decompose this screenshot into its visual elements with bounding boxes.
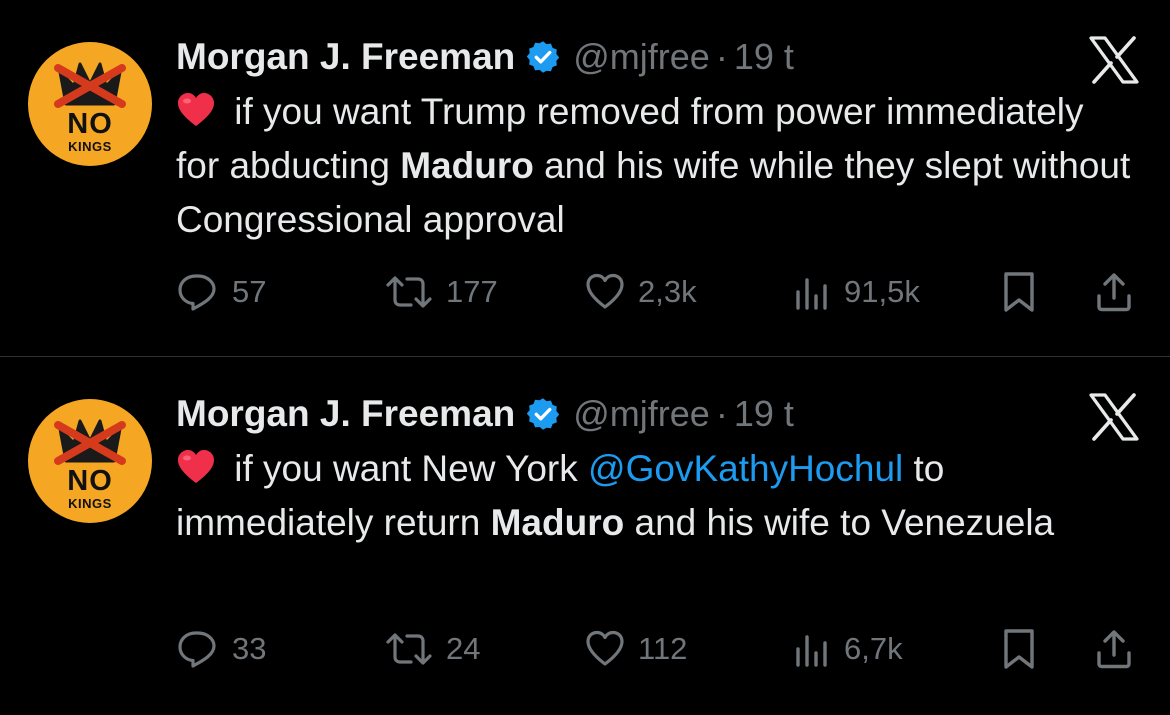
like-button[interactable]: 112 (584, 625, 687, 673)
bookmark-button[interactable] (1000, 268, 1038, 316)
red-heart-emoji-icon (176, 89, 216, 126)
share-icon (1097, 630, 1131, 669)
handle[interactable]: @mjfree (573, 393, 710, 435)
x-logo-icon[interactable] (1088, 36, 1140, 84)
tweet-text-bold: Maduro (400, 145, 534, 186)
verified-badge-icon (525, 39, 561, 75)
avatar-no-text: NO (67, 465, 113, 497)
retweet-button[interactable]: 177 (384, 268, 498, 316)
views-icon (796, 635, 827, 667)
tweet-text-part: and his wife to Venezuela (624, 502, 1055, 543)
avatar-kings-text: KINGS (68, 139, 112, 154)
retweet-icon (386, 276, 432, 308)
like-icon (586, 273, 624, 309)
separator-dot: · (715, 393, 728, 434)
bookmark-icon (1004, 272, 1034, 312)
avatar-no-text: NO (67, 108, 113, 140)
like-count: 2,3k (638, 274, 697, 309)
retweet-button[interactable]: 24 (384, 625, 480, 673)
retweet-icon (386, 633, 432, 665)
share-button[interactable] (1094, 625, 1134, 673)
timestamp[interactable]: 19 t (734, 36, 794, 78)
bookmark-button[interactable] (1000, 625, 1038, 673)
x-logo-icon[interactable] (1088, 393, 1140, 441)
red-heart-emoji-icon (176, 446, 216, 483)
mention-link[interactable]: @GovKathyHochul (588, 448, 903, 489)
tweet-header: Morgan J. Freeman @mjfree · 19 t (176, 391, 794, 437)
tweet-text: if you want New York @GovKathyHochul to … (176, 442, 1136, 550)
reply-icon (178, 631, 216, 668)
views-button[interactable]: 91,5k (792, 268, 920, 316)
avatar[interactable]: NO KINGS (28, 399, 152, 523)
avatar[interactable]: NO KINGS (28, 42, 152, 166)
like-button[interactable]: 2,3k (584, 268, 697, 316)
share-icon (1097, 273, 1131, 312)
reply-icon (178, 274, 216, 311)
display-name[interactable]: Morgan J. Freeman (176, 36, 515, 78)
like-count: 112 (638, 631, 688, 666)
handle[interactable]: @mjfree (573, 36, 710, 78)
reply-count: 33 (232, 631, 267, 666)
tweet-text: if you want Trump removed from power imm… (176, 85, 1136, 247)
tweet[interactable]: NO KINGS Morgan J. Freeman @mjfree · 19 … (0, 0, 1170, 357)
tweet[interactable]: NO KINGS Morgan J. Freeman @mjfree · 19 … (0, 357, 1170, 714)
tweet-text-part: if you want New York (224, 448, 589, 489)
retweet-count: 177 (446, 274, 498, 309)
tweet-actions: 33 24 112 6,7k (176, 625, 1146, 673)
tweet-actions: 57 177 2,3k 91,5k (176, 268, 1146, 316)
share-button[interactable] (1094, 268, 1134, 316)
reply-count: 57 (232, 274, 267, 309)
display-name[interactable]: Morgan J. Freeman (176, 393, 515, 435)
like-icon (586, 630, 624, 666)
separator-dot: · (715, 36, 728, 77)
avatar-kings-text: KINGS (68, 496, 112, 511)
tweet-text-bold: Maduro (490, 502, 625, 543)
views-icon (796, 278, 827, 310)
bookmark-icon (1004, 629, 1034, 669)
tweet-header: Morgan J. Freeman @mjfree · 19 t (176, 34, 794, 80)
retweet-count: 24 (446, 631, 481, 666)
verified-badge-icon (525, 396, 561, 432)
timestamp[interactable]: 19 t (734, 393, 794, 435)
views-count: 6,7k (844, 631, 903, 666)
reply-button[interactable]: 57 (176, 268, 266, 316)
views-button[interactable]: 6,7k (792, 625, 903, 673)
reply-button[interactable]: 33 (176, 625, 266, 673)
views-count: 91,5k (844, 274, 920, 309)
